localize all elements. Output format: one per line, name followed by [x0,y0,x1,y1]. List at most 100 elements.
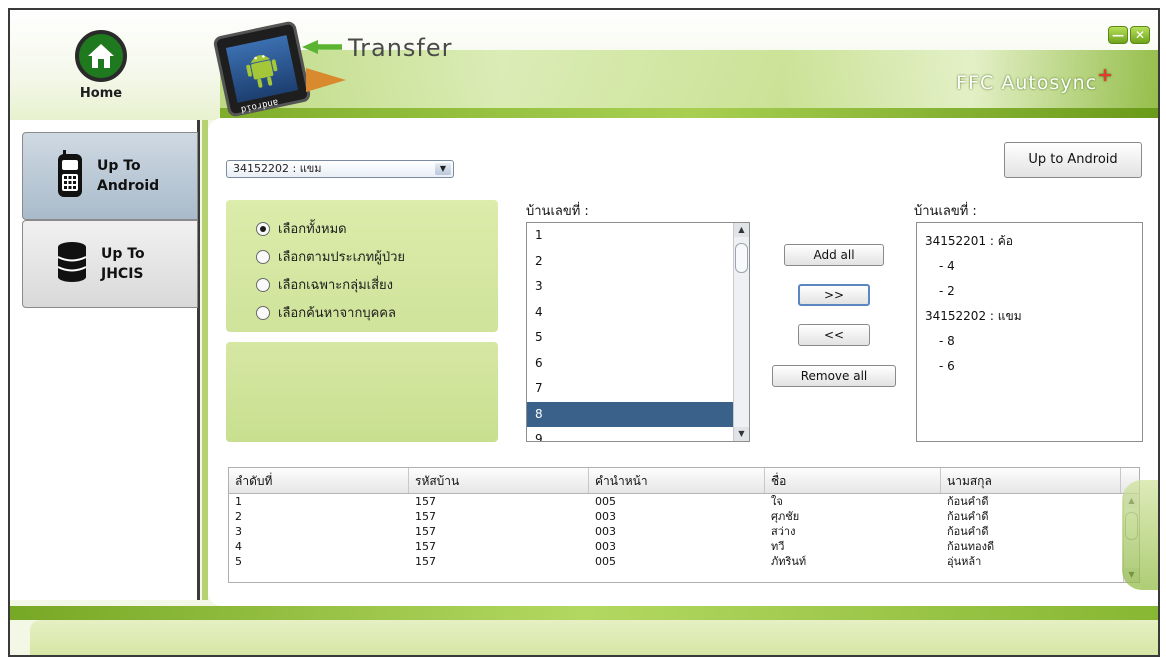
table-cell: 005 [595,555,616,568]
app-window: Home android Transfer FFC Autosync+ — ✕ [8,8,1160,657]
remove-all-button[interactable]: Remove all [772,365,896,387]
table-cell: 2 [235,510,242,523]
brand-plus: + [1097,64,1114,86]
house-list[interactable]: 1 2 3 4 5 6 7 8 9 ▲ ▼ [526,222,750,442]
table-row[interactable]: 4 157 003 ทวี ก้อนทองดี [229,539,1139,554]
sidebar-item-label: Up To JHCIS [101,244,145,284]
table-row[interactable]: 1 157 005 ใจ ก้อนคำดี [229,494,1139,509]
list-item[interactable]: - 2 [925,279,1134,304]
table-cell: สว่าง [771,525,796,538]
radio-button[interactable] [256,221,270,236]
column-header[interactable]: นามสกุล [941,468,1121,493]
table-row[interactable]: 5 157 005 ภัทรินท์ อุ่นหล้า [229,554,1139,569]
minimize-button[interactable]: — [1108,26,1128,44]
scroll-down-icon[interactable]: ▼ [734,427,749,441]
list-item[interactable]: 34152202 : แขม [925,304,1134,329]
radio-button[interactable] [256,277,270,292]
list-item[interactable]: 34152201 : ค้อ [925,229,1134,254]
table-cell: 4 [235,540,242,553]
table-cell: ทวี [771,540,785,553]
filter-detail-panel [226,342,498,442]
selected-house-list-label: บ้านเลขที่ : [914,204,977,219]
table-cell: ภัทรินท์ [771,555,807,568]
table-cell: อุ่นหล้า [947,555,982,568]
person-table: ลำดับที่ รหัสบ้าน คำนำหน้า ชื่อ นามสกุล … [228,467,1140,583]
database-icon [57,242,87,286]
list-item[interactable]: 4 [527,300,733,326]
table-header: ลำดับที่ รหัสบ้าน คำนำหน้า ชื่อ นามสกุล [229,468,1139,494]
radio-button[interactable] [256,249,270,264]
radio-risk-group[interactable]: เลือกเฉพาะกลุ่มเสี่ยง [256,274,393,295]
table-cell: 003 [595,540,616,553]
column-header[interactable]: คำนำหน้า [589,468,765,493]
window-controls: — ✕ [1108,26,1150,44]
table-cell: 5 [235,555,242,568]
table-cell: 005 [595,495,616,508]
table-row[interactable]: 3 157 003 สว่าง ก้อนคำดี [229,524,1139,539]
sidebar-item-up-to-jhcis[interactable]: Up To JHCIS [22,220,198,308]
selected-house-list[interactable]: 34152201 : ค้อ - 4 - 2 34152202 : แขม - … [916,222,1143,442]
list-item[interactable]: 6 [527,351,733,377]
up-to-android-button[interactable]: Up to Android [1004,142,1142,178]
move-right-button[interactable]: >> [798,284,870,306]
list-item[interactable]: 5 [527,325,733,351]
list-item[interactable]: 2 [527,249,733,275]
phone-icon [57,150,83,202]
table-cell: 003 [595,510,616,523]
village-select[interactable]: 34152202 : แขม ▼ [226,160,454,178]
table-cell: ศุภชัย [771,510,800,523]
list-item[interactable]: - 8 [925,329,1134,354]
table-cell: ก้อนคำดี [947,495,989,508]
table-cell: ก้อนทองดี [947,540,995,553]
sidebar-label-line1: Up To [101,246,145,262]
village-select-value: 34152202 : แขม [233,162,322,175]
table-cell: 157 [415,525,436,538]
sidebar-label-line1: Up To [97,158,141,174]
table-cell: 003 [595,525,616,538]
scroll-thumb[interactable] [735,243,748,273]
chevron-down-icon[interactable]: ▼ [435,163,451,175]
move-left-button[interactable]: << [798,324,870,346]
list-item-selected[interactable]: 8 [527,401,733,427]
radio-by-patient-type[interactable]: เลือกตามประเภทผู้ป่วย [256,246,405,267]
column-header[interactable]: ลำดับที่ [229,468,409,493]
radio-select-all[interactable]: เลือกทั้งหมด [256,218,347,239]
list-item[interactable]: - 4 [925,254,1134,279]
table-cell: 157 [415,540,436,553]
home-button[interactable]: Home [70,30,132,108]
house-list-label: บ้านเลขที่ : [526,204,589,219]
close-button[interactable]: ✕ [1130,26,1150,44]
house-list-scrollbar[interactable]: ▲ ▼ [733,223,749,441]
table-cell: ใจ [771,495,783,508]
radio-label: เลือกตามประเภทผู้ป่วย [278,250,405,265]
list-item[interactable]: 3 [527,274,733,300]
scroll-up-icon[interactable]: ▲ [734,223,749,237]
footer-panel [30,620,1158,655]
list-item[interactable]: 7 [527,376,733,402]
add-all-button[interactable]: Add all [784,244,884,266]
table-cell: ก้อนคำดี [947,525,989,538]
radio-button[interactable] [256,305,270,320]
home-label: Home [79,86,123,101]
footer-strip [10,606,1158,620]
table-cell: 157 [415,495,436,508]
list-item[interactable]: 9 [527,427,733,441]
android-robot-icon [225,35,299,103]
table-cell: 3 [235,525,242,538]
brand-text: FFC Autosync [956,72,1098,94]
sidebar-item-up-to-android[interactable]: Up To Android [22,132,198,220]
radio-label: เลือกค้นหาจากบุคคล [278,306,396,321]
list-item[interactable]: - 6 [925,354,1134,379]
sidebar-item-label: Up To Android [97,156,159,196]
radio-search-person[interactable]: เลือกค้นหาจากบุคคล [256,302,396,323]
table-cell: ก้อนคำดี [947,510,989,523]
list-item[interactable]: 1 [527,223,733,249]
column-header[interactable]: รหัสบ้าน [409,468,589,493]
table-row[interactable]: 2 157 003 ศุภชัย ก้อนคำดี [229,509,1139,524]
column-header[interactable]: ชื่อ [765,468,941,493]
table-cell: 1 [235,495,242,508]
table-cell: 157 [415,555,436,568]
android-tablet-icon: android [212,20,312,118]
home-icon [75,30,127,82]
header-banner-strip [220,108,1158,118]
